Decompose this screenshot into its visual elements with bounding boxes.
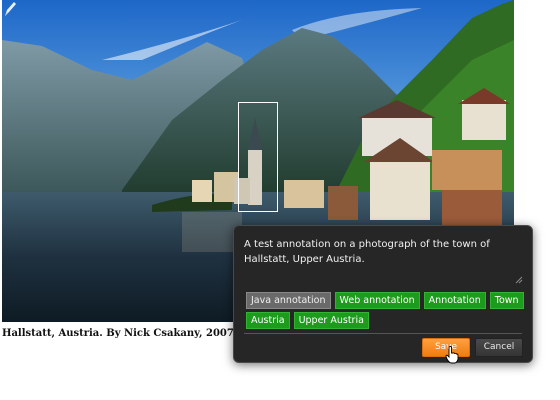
hand-cursor-icon bbox=[445, 346, 459, 364]
annotation-text-field[interactable]: A test annotation on a photograph of the… bbox=[244, 237, 516, 287]
resize-grip-icon[interactable] bbox=[515, 276, 523, 284]
editor-divider bbox=[244, 333, 522, 334]
tag-list: Java annotation Web annotation Annotatio… bbox=[246, 292, 526, 329]
annotation-editor: A test annotation on a photograph of the… bbox=[233, 225, 533, 363]
pencil-icon[interactable] bbox=[2, 0, 18, 18]
cancel-button[interactable]: Cancel bbox=[475, 338, 523, 357]
tag-town[interactable]: Town bbox=[489, 292, 524, 309]
annotation-region[interactable] bbox=[238, 102, 278, 212]
tag-austria[interactable]: Austria bbox=[246, 312, 290, 329]
tag-upper-austria[interactable]: Upper Austria bbox=[293, 312, 369, 329]
tag-java-annotation[interactable]: Java annotation bbox=[246, 292, 331, 309]
tag-web-annotation[interactable]: Web annotation bbox=[334, 292, 420, 309]
tag-annotation[interactable]: Annotation bbox=[423, 292, 486, 309]
